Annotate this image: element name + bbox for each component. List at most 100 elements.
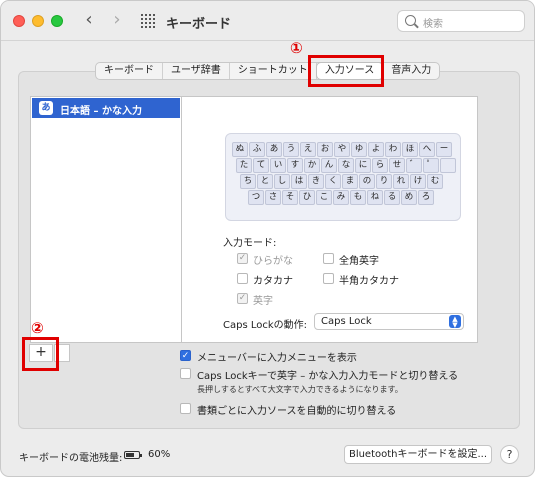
battery-icon xyxy=(124,451,142,459)
key: え xyxy=(300,142,316,157)
roman-checkbox: ✓ xyxy=(237,293,248,304)
window-title: キーボード xyxy=(166,17,232,32)
help-button[interactable]: ? xyxy=(500,445,519,464)
search-placeholder: 検索 xyxy=(423,19,443,30)
key: ゆ xyxy=(351,142,367,157)
search-field[interactable]: 検索 xyxy=(397,10,525,32)
key: あ xyxy=(266,142,282,157)
tab-bar: キーボード ユーザ辞書 ショートカット 入力ソース 音声入力 xyxy=(95,62,441,80)
key: む xyxy=(427,174,443,189)
roman-label: 英字 xyxy=(253,296,273,307)
hiragana-label: ひらがな xyxy=(253,256,293,267)
key: ち xyxy=(240,174,256,189)
key: こ xyxy=(316,190,332,205)
key: る xyxy=(384,190,400,205)
keyboard-battery-value: 60% xyxy=(148,449,171,460)
tab-keyboard[interactable]: キーボード xyxy=(96,63,163,79)
key: み xyxy=(333,190,349,205)
zoom-window-button[interactable] xyxy=(51,15,63,27)
key: ろ xyxy=(418,190,434,205)
key: と xyxy=(257,174,273,189)
key: の xyxy=(359,174,375,189)
keyboard-row-4: つ さ そ ひ こ み も ね る め ろ xyxy=(248,190,435,205)
key: く xyxy=(325,174,341,189)
input-source-label: 日本語 – かな入力 xyxy=(60,106,142,117)
katakana-label: カタカナ xyxy=(253,276,293,287)
key: そ xyxy=(282,190,298,205)
key: す xyxy=(287,158,303,173)
key: は xyxy=(291,174,307,189)
key: め xyxy=(401,190,417,205)
auto-switch-source-label: 書類ごとに入力ソースを自動的に切り替える xyxy=(197,406,397,417)
key: ほ xyxy=(402,142,418,157)
input-source-list[interactable]: あ 日本語 – かな入力 xyxy=(30,96,182,343)
show-input-menu-checkbox[interactable]: ✓ xyxy=(180,350,191,361)
list-item[interactable]: あ 日本語 – かな入力 xyxy=(32,98,180,118)
caps-lock-switch-label: Caps Lockキーで英字 – かな入力入力モードと切り替える xyxy=(197,371,459,382)
key: り xyxy=(376,174,392,189)
keyboard-row-2: た て い す か ん な に ら せ ゛ ゜ xyxy=(236,158,457,173)
key: ー xyxy=(436,142,452,157)
key: も xyxy=(350,190,366,205)
key: ふ xyxy=(249,142,265,157)
key: て xyxy=(253,158,269,173)
key: な xyxy=(338,158,354,173)
tab-shortcuts[interactable]: ショートカット xyxy=(230,63,317,79)
katakana-checkbox[interactable] xyxy=(237,273,248,284)
caps-lock-action-popup[interactable]: Caps Lock ▲ ▼ xyxy=(314,313,464,330)
halfwidth-katakana-label: 半角カタカナ xyxy=(339,276,399,287)
key: や xyxy=(334,142,350,157)
input-source-icon: あ xyxy=(39,101,53,115)
input-mode-label: 入力モード: xyxy=(223,238,277,249)
keyboard-row-1: ぬ ふ あ う え お や ゆ よ わ ほ へ ー xyxy=(232,142,453,157)
key: よ xyxy=(368,142,384,157)
halfwidth-katakana-checkbox[interactable] xyxy=(323,273,334,284)
search-icon xyxy=(405,15,416,26)
keyboard-battery-label: キーボードの電池残量: xyxy=(19,453,123,464)
annotation-box-1 xyxy=(308,55,384,87)
show-all-grid-icon[interactable] xyxy=(141,14,155,28)
caps-lock-switch-description: 長押しするとすべて大文字で入力できるようになります。 xyxy=(197,385,403,394)
annotation-number-1: ① xyxy=(290,39,303,57)
key: ゜ xyxy=(423,158,439,173)
fullwidth-roman-label: 全角英字 xyxy=(339,256,379,267)
key: ゛ xyxy=(406,158,422,173)
key: た xyxy=(236,158,252,173)
auto-switch-source-checkbox[interactable] xyxy=(180,403,191,414)
key: に xyxy=(355,158,371,173)
key: か xyxy=(304,158,320,173)
keyboard-row-3: ち と し は き く ま の り れ け む xyxy=(240,174,444,189)
annotation-box-2 xyxy=(22,337,59,371)
caps-lock-switch-checkbox[interactable] xyxy=(180,368,191,379)
fullwidth-roman-checkbox[interactable] xyxy=(323,253,334,264)
key: さ xyxy=(265,190,281,205)
key: せ xyxy=(389,158,405,173)
key: ひ xyxy=(299,190,315,205)
title-bar: ‹ › キーボード 検索 xyxy=(1,1,534,41)
key xyxy=(440,158,456,173)
back-arrow-icon[interactable]: ‹ xyxy=(79,10,99,32)
key: わ xyxy=(385,142,401,157)
tab-user-dictionary[interactable]: ユーザ辞書 xyxy=(163,63,230,79)
preferences-window: ‹ › キーボード 検索 キーボード ユーザ辞書 ショートカット 入力ソース 音… xyxy=(0,0,535,477)
key: れ xyxy=(393,174,409,189)
key: へ xyxy=(419,142,435,157)
key: き xyxy=(308,174,324,189)
key: う xyxy=(283,142,299,157)
key: ぬ xyxy=(232,142,248,157)
key: ら xyxy=(372,158,388,173)
close-window-button[interactable] xyxy=(13,15,25,27)
key: お xyxy=(317,142,333,157)
key: ん xyxy=(321,158,337,173)
minimize-window-button[interactable] xyxy=(32,15,44,27)
key: し xyxy=(274,174,290,189)
keyboard-layout-preview: ぬ ふ あ う え お や ゆ よ わ ほ へ ー た て い す か ん な … xyxy=(225,133,461,221)
popup-chevrons-icon: ▲ ▼ xyxy=(449,315,461,329)
show-input-menu-label: メニューバーに入力メニューを表示 xyxy=(197,353,357,364)
key: ね xyxy=(367,190,383,205)
setup-bluetooth-keyboard-button[interactable]: Bluetoothキーボードを設定... xyxy=(344,445,492,464)
forward-arrow-icon[interactable]: › xyxy=(107,10,127,32)
caps-lock-action-value: Caps Lock xyxy=(321,316,372,327)
annotation-number-2: ② xyxy=(31,319,44,337)
tab-dictation[interactable]: 音声入力 xyxy=(383,63,439,79)
